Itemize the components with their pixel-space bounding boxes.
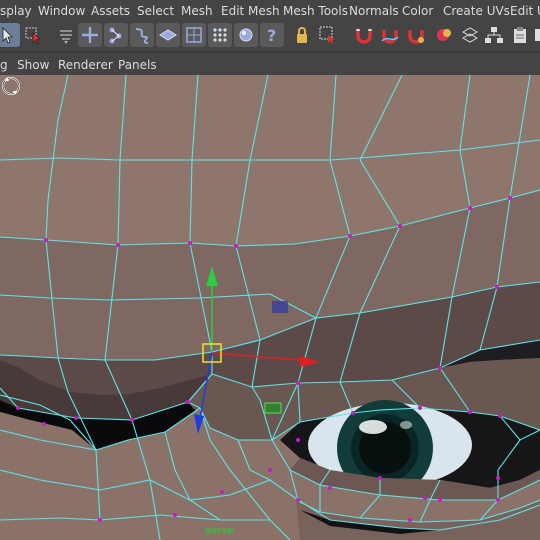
panel-menu-renderer[interactable]: Renderer	[58, 58, 113, 72]
menu-assets[interactable]: Assets	[91, 4, 130, 18]
plane-tool-icon	[159, 29, 177, 41]
lasso-tool-icon	[25, 27, 41, 45]
magnet-button[interactable]	[352, 23, 376, 47]
toolbar-overflow-icon	[535, 29, 540, 41]
lasso-tool-button[interactable]	[22, 23, 46, 47]
select-tool-button[interactable]	[0, 23, 20, 47]
menu-select[interactable]: Select	[137, 4, 174, 18]
panel-menu-show[interactable]: Show	[17, 58, 49, 72]
help-button[interactable]: ?	[260, 23, 284, 47]
snap-sphere-button[interactable]	[234, 23, 258, 47]
magnet-icon	[356, 29, 372, 44]
panel-menu-panels[interactable]: Panels	[118, 58, 157, 72]
camera-label: persp	[205, 526, 234, 536]
menu-create-uvs[interactable]: Create UVs	[443, 4, 510, 18]
curve-tool-icon	[135, 28, 149, 44]
panel-menu-shading[interactable]: g	[0, 58, 8, 72]
vertex-points-icon	[213, 28, 227, 42]
menu-edit-uvs[interactable]: Edit U	[510, 4, 540, 18]
lock-button[interactable]	[290, 23, 314, 47]
joint-tool-button[interactable]	[104, 23, 128, 47]
hierarchy-button[interactable]	[482, 23, 506, 47]
snap-sphere-icon	[239, 28, 253, 42]
grid-snap-icon	[461, 27, 479, 43]
paint-select-icon	[60, 30, 72, 44]
lock-icon	[297, 27, 307, 43]
xy-plane-handle[interactable]	[264, 402, 282, 414]
hierarchy-icon	[485, 27, 503, 43]
mesh-view	[0, 75, 540, 540]
menu-display[interactable]: splay	[0, 4, 32, 18]
magnet-curve-icon	[381, 30, 399, 44]
tumble-cursor-icon	[2, 77, 20, 95]
shelf-toolbar: ?	[0, 22, 540, 52]
menu-edit-mesh[interactable]: Edit Mesh	[221, 4, 280, 18]
lattice-icon	[186, 27, 202, 43]
move-tool-button[interactable]	[78, 23, 102, 47]
ball-icon	[437, 29, 451, 41]
grid-snap-button[interactable]	[458, 23, 482, 47]
vertex-points-button[interactable]	[208, 23, 232, 47]
curve-tool-button[interactable]	[130, 23, 154, 47]
panel-menubar: g Show Renderer Panels	[0, 52, 540, 75]
lattice-button[interactable]	[182, 23, 206, 47]
menu-mesh-tools[interactable]: Mesh Tools	[283, 4, 348, 18]
joint-tool-icon	[109, 27, 122, 44]
menu-color[interactable]: Color	[402, 4, 433, 18]
toolbar-overflow-button[interactable]	[532, 23, 540, 47]
magnet-curve-button[interactable]	[378, 23, 402, 47]
select-tool-icon	[2, 27, 13, 44]
plane-tool-button[interactable]	[156, 23, 180, 47]
help-icon: ?	[267, 26, 276, 45]
menu-normals[interactable]: Normals	[349, 4, 399, 18]
svg-text:?: ?	[267, 26, 276, 45]
clipboard-button[interactable]	[508, 23, 532, 47]
select-box-icon	[319, 26, 335, 44]
viewport-3d[interactable]: persp	[0, 75, 540, 540]
magnet-surface-icon	[408, 30, 424, 44]
magnet-surface-button[interactable]	[404, 23, 428, 47]
menu-window[interactable]: Window	[38, 4, 85, 18]
ball-button[interactable]	[432, 23, 456, 47]
paint-select-button[interactable]	[54, 23, 78, 47]
xz-plane-handle[interactable]	[272, 301, 288, 313]
select-box-button[interactable]	[316, 23, 340, 47]
clipboard-icon	[514, 27, 526, 43]
move-tool-icon	[82, 27, 98, 43]
menu-mesh[interactable]: Mesh	[181, 4, 213, 18]
main-menubar: splay Window Assets Select Mesh Edit Mes…	[0, 0, 540, 22]
